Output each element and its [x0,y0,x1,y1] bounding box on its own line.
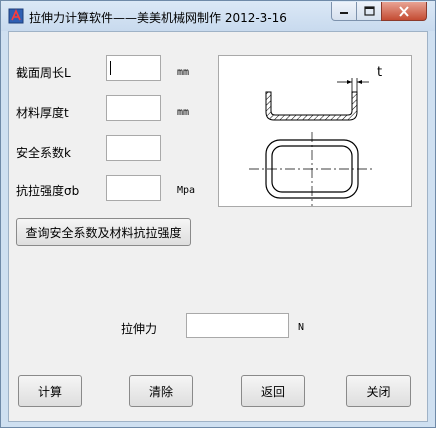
close-icon [399,5,409,17]
close-window-button[interactable] [381,2,427,21]
safety-factor-input[interactable] [106,135,161,161]
app-window: 拉伸力计算软件——美美机械网制作 2012-3-16 截面周长L mm 材料厚度… [0,0,436,428]
clear-button[interactable]: 清除 [129,375,193,407]
tensile-strength-unit: Mpa [177,185,196,196]
text-cursor [110,61,111,75]
thickness-input[interactable] [106,95,161,121]
tensile-strength-label: 抗拉强度σb [16,184,80,198]
thickness-label: 材料厚度t [16,106,69,120]
safety-factor-label: 安全系数k [16,146,71,160]
window-title: 拉伸力计算软件——美美机械网制作 2012-3-16 [29,11,287,25]
title-bar[interactable]: 拉伸力计算软件——美美机械网制作 2012-3-16 [1,1,435,31]
result-output[interactable] [186,313,289,338]
close-button[interactable]: 关闭 [346,375,411,407]
client-area: 截面周长L mm 材料厚度t mm 安全系数k 抗拉强度σb Mpa t 查询安… [8,31,428,422]
dimension-t-label: t [377,65,382,80]
minimize-button[interactable] [331,2,357,21]
back-button[interactable]: 返回 [241,375,305,407]
calculate-button[interactable]: 计算 [18,375,82,407]
perimeter-label: 截面周长L [16,66,71,80]
lookup-button[interactable]: 查询安全系数及材料抗拉强度 [16,218,191,246]
maximize-icon [363,6,375,16]
cross-section-diagram: t [218,55,412,207]
tensile-strength-input[interactable] [106,175,161,201]
cross-section-drawing: t [249,65,382,206]
result-label: 拉伸力 [121,322,158,336]
perimeter-unit: mm [177,67,190,78]
perimeter-input[interactable] [106,55,161,81]
app-icon [8,8,24,24]
result-unit: N [298,322,305,333]
maximize-button[interactable] [356,2,382,21]
minimize-icon [340,12,348,14]
thickness-unit: mm [177,107,190,118]
